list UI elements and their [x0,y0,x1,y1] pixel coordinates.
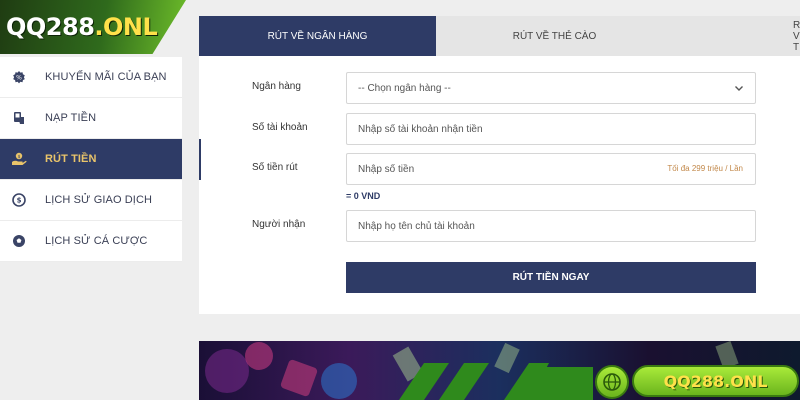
bank-row: Ngân hàng -- Chọn ngân hàng -- [199,72,800,104]
account-number-label: Số tài khoản [252,122,308,133]
amount-limit-hint: Tối đa 299 triệu / Lần [667,164,743,173]
recipient-input[interactable]: Nhập họ tên chủ tài khoản [346,210,756,242]
tab-card-withdrawal[interactable]: Rút về thẻ cào [436,16,673,56]
recipient-row: Người nhận Nhập họ tên chủ tài khoản [199,210,800,242]
withdraw-icon: $ [11,151,27,167]
betting-history-icon [11,233,27,249]
sidebar-item-transaction-history[interactable]: $ Lịch sử giao dịch [0,180,182,221]
bank-label: Ngân hàng [252,81,301,92]
active-marker [199,139,201,180]
sidebar-item-betting-history[interactable]: Lịch sử cá cược [0,221,182,262]
promotion-icon: % [11,69,27,85]
transaction-history-icon: $ [11,192,27,208]
tab-bank-withdrawal[interactable]: Rút về ngân hàng [199,16,436,56]
brand-logo[interactable]: QQ288.ONL [0,0,186,54]
sidebar-item-label: Khuyến mãi của bạn [45,71,167,83]
svg-text:$: $ [18,154,21,160]
account-number-placeholder: Nhập số tài khoản nhận tiền [358,123,483,135]
sidebar-item-withdraw[interactable]: $ Rút tiền [0,139,182,180]
banner-logo: QQ288.ONL [632,365,799,397]
account-sidebar: % Khuyến mãi của bạn Nạp tiền $ Rút tiền… [0,57,182,262]
amount-input[interactable]: Nhập số tiền Tối đa 299 triệu / Lần [346,153,756,185]
recipient-placeholder: Nhập họ tên chủ tài khoản [358,220,475,232]
withdraw-method-tabs: Rút về ngân hàng Rút về thẻ cào Rút về t… [199,16,800,56]
sidebar-item-label: Lịch sử giao dịch [45,194,153,206]
sidebar-item-label: Lịch sử cá cược [45,235,148,247]
withdraw-now-button[interactable]: Rút tiền ngay [346,262,756,293]
chevron-down-icon [735,86,743,91]
deposit-icon [11,110,27,126]
globe-icon [595,365,629,399]
svg-text:%: % [16,74,22,81]
bank-select-value: -- Chọn ngân hàng -- [358,82,451,94]
promo-banner[interactable]: QQ288.ONL [199,341,800,400]
amount-row: Số tiền rút Nhập số tiền Tối đa 299 triệ… [199,153,800,185]
sidebar-item-promotions[interactable]: % Khuyến mãi của bạn [0,57,182,98]
account-number-input[interactable]: Nhập số tài khoản nhận tiền [346,113,756,145]
sidebar-item-deposit[interactable]: Nạp tiền [0,98,182,139]
account-row: Số tài khoản Nhập số tài khoản nhận tiền [199,113,800,145]
bank-select[interactable]: -- Chọn ngân hàng -- [346,72,756,104]
amount-label: Số tiền rút [252,162,298,173]
amount-converted: = 0 VND [346,191,381,201]
tab-third-withdrawal[interactable]: Rút về ti [673,16,800,56]
sidebar-item-label: Nạp tiền [45,112,97,124]
sidebar-item-label: Rút tiền [45,153,97,165]
svg-text:$: $ [17,197,22,205]
withdraw-panel: Rút về ngân hàng Rút về thẻ cào Rút về t… [199,16,800,314]
banner-logo-text: QQ288.ONL [663,371,768,391]
logo-text: QQ288.ONL [6,13,158,41]
amount-placeholder: Nhập số tiền [358,163,415,175]
recipient-label: Người nhận [252,219,306,230]
